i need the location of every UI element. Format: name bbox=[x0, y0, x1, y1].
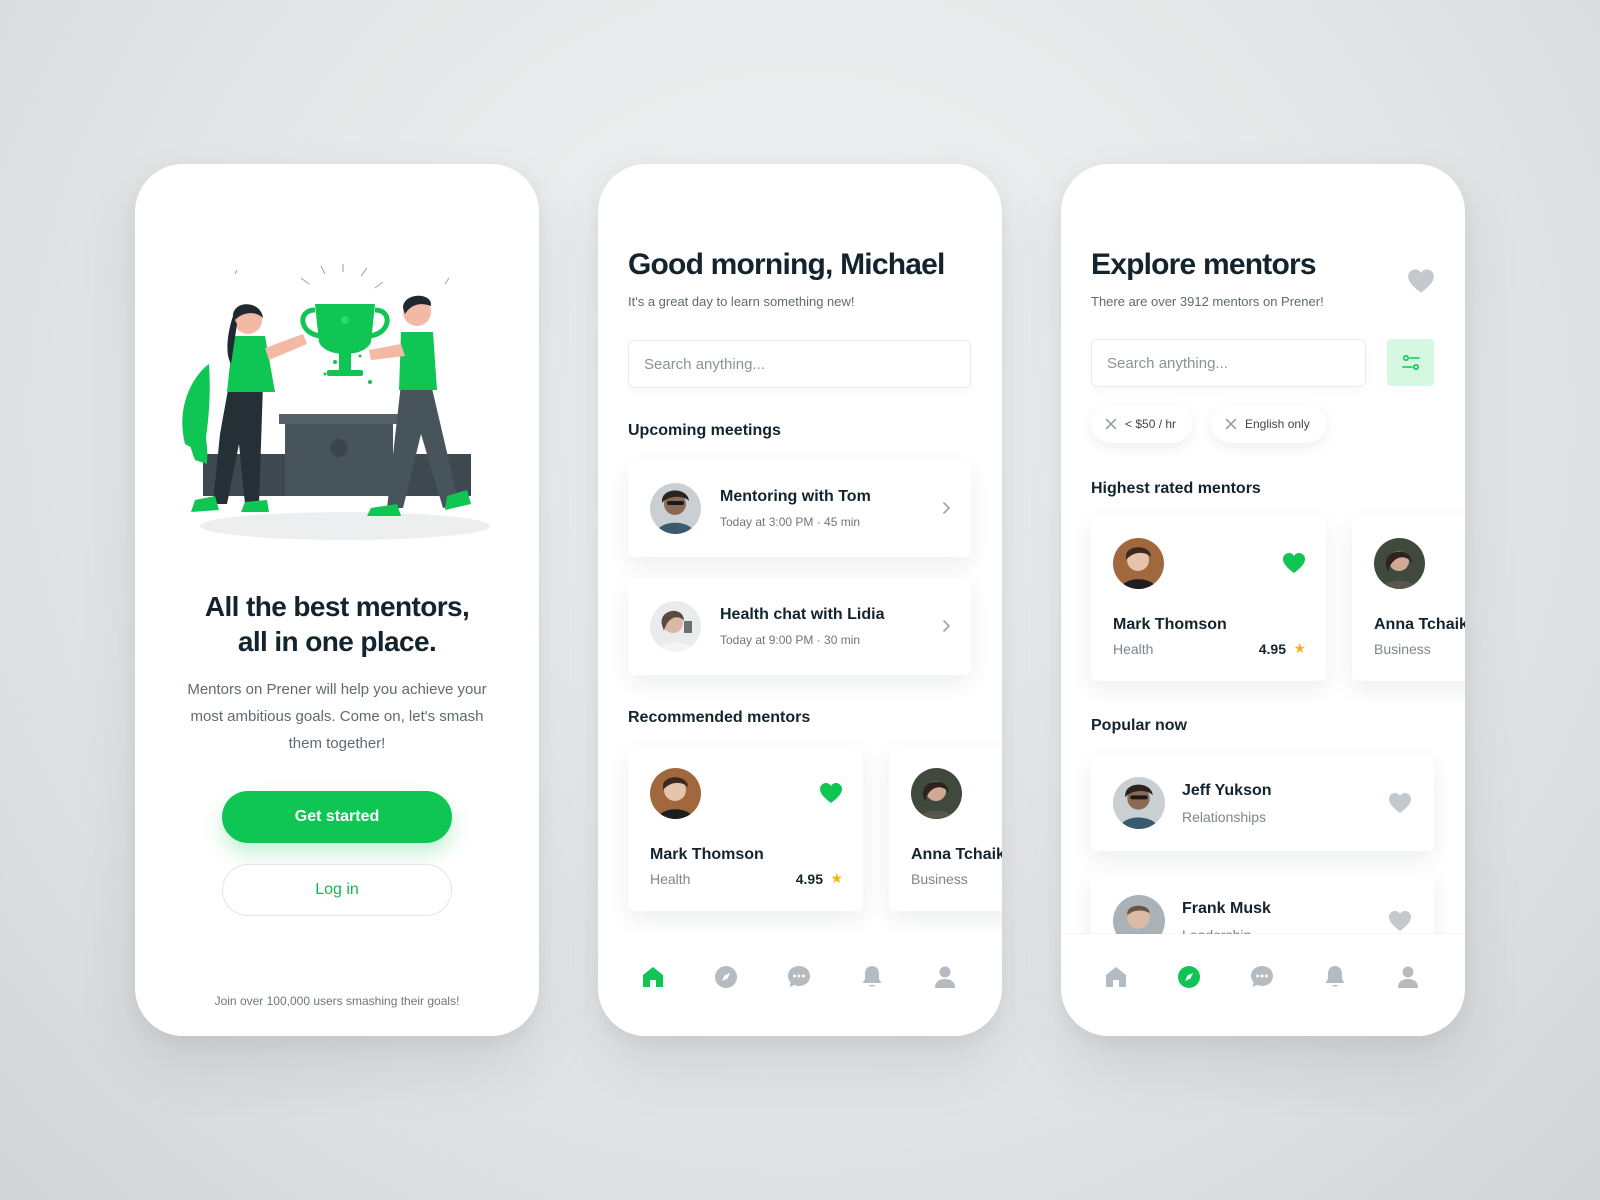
chat-icon bbox=[788, 966, 810, 987]
explore-title: Explore mentors bbox=[1091, 248, 1317, 281]
popular-now-title: Popular now bbox=[1091, 717, 1187, 734]
mentor-name: Frank Musk bbox=[1182, 900, 1271, 917]
sliders-icon bbox=[1401, 354, 1420, 370]
search-input[interactable] bbox=[628, 340, 971, 388]
tab-bar bbox=[598, 934, 1002, 1036]
filter-button[interactable] bbox=[1387, 339, 1434, 386]
star-icon: ★ bbox=[830, 870, 843, 886]
tab-messages[interactable] bbox=[1249, 964, 1279, 994]
avatar bbox=[650, 483, 701, 534]
mentor-rating: 4.95 bbox=[1258, 641, 1286, 657]
avatar bbox=[650, 768, 701, 819]
heart-icon[interactable] bbox=[1388, 792, 1412, 814]
greeting-title: Good morning, Michael bbox=[628, 248, 945, 281]
onboarding-screen: All the best mentors, all in one place. … bbox=[135, 164, 539, 1036]
heart-filled-icon[interactable] bbox=[1282, 552, 1306, 574]
mentor-category: Health bbox=[1113, 641, 1154, 657]
compass-icon bbox=[1178, 966, 1200, 988]
mentor-category: Health bbox=[650, 871, 691, 887]
close-icon[interactable] bbox=[1225, 418, 1237, 430]
mentor-name: Mark Thomson bbox=[1113, 616, 1227, 633]
bell-icon bbox=[1325, 966, 1345, 987]
chat-icon bbox=[1251, 966, 1273, 987]
mentor-card[interactable]: Anna Tchaikovsky Business bbox=[889, 746, 1002, 911]
highest-rated-title: Highest rated mentors bbox=[1091, 480, 1261, 497]
meeting-title: Mentoring with Tom bbox=[720, 488, 871, 505]
heart-icon[interactable] bbox=[1407, 268, 1435, 294]
explore-screen: Explore mentors There are over 3912 ment… bbox=[1061, 164, 1465, 1036]
explore-subtitle: There are over 3912 mentors on Prener! bbox=[1091, 294, 1324, 309]
avatar bbox=[1113, 777, 1165, 829]
mentor-category: Business bbox=[911, 871, 968, 887]
meeting-card[interactable]: Health chat with Lidia Today at 9:00 PM … bbox=[628, 578, 971, 675]
tab-explore[interactable] bbox=[1176, 964, 1206, 994]
login-button[interactable]: Log in bbox=[222, 864, 452, 916]
avatar bbox=[911, 768, 962, 819]
star-icon: ★ bbox=[1293, 640, 1306, 656]
avatar bbox=[650, 601, 701, 652]
tab-notifications[interactable] bbox=[1322, 964, 1352, 994]
meeting-time: Today at 9:00 PM · 30 min bbox=[720, 633, 861, 647]
mentor-name: Anna Tchaikovsky bbox=[1374, 616, 1465, 633]
tab-bar bbox=[1061, 934, 1465, 1036]
tab-profile[interactable] bbox=[1395, 964, 1425, 994]
bell-icon bbox=[862, 966, 882, 987]
tab-home[interactable] bbox=[640, 964, 670, 994]
avatar bbox=[1374, 538, 1425, 589]
home-screen: Good morning, Michael It's a great day t… bbox=[598, 164, 1002, 1036]
footnote: Join over 100,000 users smashing their g… bbox=[214, 994, 460, 1008]
mentor-name: Jeff Yukson bbox=[1182, 782, 1272, 799]
close-icon[interactable] bbox=[1105, 418, 1117, 430]
mentor-name: Anna Tchaikovsky bbox=[911, 846, 1002, 863]
mentor-card[interactable]: Mark Thomson Health 4.95 ★ bbox=[1091, 516, 1326, 681]
filter-chip[interactable]: < $50 / hr bbox=[1091, 405, 1193, 443]
popular-mentor-card[interactable]: Jeff Yukson Relationships bbox=[1091, 755, 1434, 851]
chevron-right-icon bbox=[943, 620, 951, 632]
home-icon bbox=[643, 967, 663, 987]
filter-chip-label: < $50 / hr bbox=[1125, 417, 1177, 431]
upcoming-meetings-title: Upcoming meetings bbox=[628, 422, 781, 439]
tab-notifications[interactable] bbox=[859, 964, 889, 994]
mentor-name: Mark Thomson bbox=[650, 846, 764, 863]
profile-icon bbox=[1398, 966, 1418, 988]
meeting-card[interactable]: Mentoring with Tom Today at 3:00 PM · 45… bbox=[628, 460, 971, 557]
onboarding-title: All the best mentors, all in one place. bbox=[204, 591, 470, 657]
onboarding-description: Mentors on Prener will help you achieve … bbox=[187, 681, 487, 752]
chevron-right-icon bbox=[943, 502, 951, 514]
tab-explore[interactable] bbox=[713, 964, 743, 994]
meeting-title: Health chat with Lidia bbox=[720, 606, 885, 623]
avatar bbox=[1113, 538, 1164, 589]
filter-chip[interactable]: English only bbox=[1211, 405, 1326, 443]
meeting-time: Today at 3:00 PM · 45 min bbox=[720, 515, 861, 529]
mentor-card[interactable]: Anna Tchaikovsky Business bbox=[1352, 516, 1465, 681]
mentor-rating: 4.95 bbox=[795, 871, 823, 887]
get-started-button[interactable]: Get started bbox=[222, 791, 452, 843]
mentor-card[interactable]: Mark Thomson Health 4.95 ★ bbox=[628, 746, 863, 911]
greeting-subtitle: It's a great day to learn something new! bbox=[628, 294, 855, 309]
heart-icon[interactable] bbox=[1388, 910, 1412, 932]
compass-icon bbox=[715, 966, 737, 988]
filter-chip-label: English only bbox=[1245, 417, 1310, 431]
trophy-illustration bbox=[182, 264, 490, 540]
tab-home[interactable] bbox=[1103, 964, 1133, 994]
mentor-category: Business bbox=[1374, 641, 1431, 657]
recommended-mentors-title: Recommended mentors bbox=[628, 709, 811, 726]
home-icon bbox=[1106, 967, 1126, 987]
profile-icon bbox=[935, 966, 955, 988]
heart-filled-icon[interactable] bbox=[819, 782, 843, 804]
tab-profile[interactable] bbox=[932, 964, 962, 994]
search-input[interactable] bbox=[1091, 339, 1366, 387]
mentor-category: Relationships bbox=[1182, 809, 1267, 825]
tab-messages[interactable] bbox=[786, 964, 816, 994]
